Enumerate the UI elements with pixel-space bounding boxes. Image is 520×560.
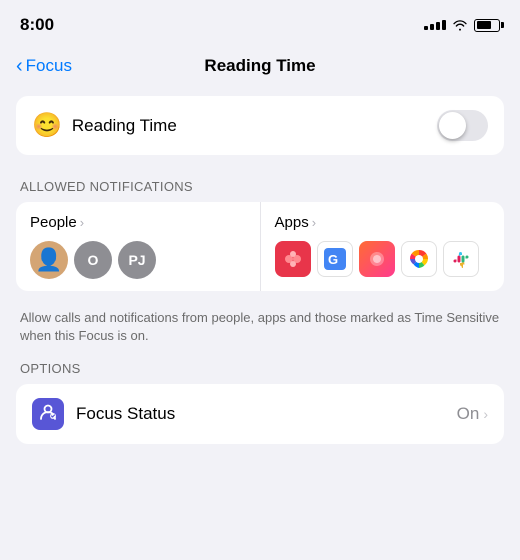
reading-time-emoji: 😊	[32, 114, 62, 138]
signal-icon	[424, 20, 446, 30]
app-icon-slack	[443, 241, 479, 277]
allowed-notifications-label: ALLOWED NOTIFICATIONS	[16, 179, 504, 194]
back-label: Focus	[26, 56, 72, 76]
people-chevron-icon: ›	[80, 215, 84, 230]
nav-header: ‹ Focus Reading Time	[0, 44, 520, 88]
back-button[interactable]: ‹ Focus	[16, 56, 72, 76]
reading-time-label: Reading Time	[72, 116, 177, 136]
status-bar: 8:00	[0, 0, 520, 44]
main-content: 😊 Reading Time ALLOWED NOTIFICATIONS Peo…	[0, 88, 520, 452]
options-card: Focus Status On ›	[16, 384, 504, 444]
reading-time-toggle[interactable]	[437, 110, 488, 141]
app-icon-1	[275, 241, 311, 277]
status-icons	[424, 19, 500, 32]
focus-status-on: On	[457, 404, 480, 424]
people-avatars: O PJ	[30, 241, 246, 279]
avatar-person-2: O	[74, 241, 112, 279]
toggle-knob	[439, 112, 466, 139]
app-icon-photos	[401, 241, 437, 277]
svg-text:G: G	[328, 252, 338, 267]
focus-status-chevron-icon: ›	[483, 406, 488, 422]
focus-status-icon-container	[32, 398, 64, 430]
battery-icon	[474, 19, 500, 32]
apps-chevron-icon: ›	[312, 215, 316, 230]
notifications-card: People › O PJ Apps ›	[16, 202, 504, 291]
focus-status-icon	[38, 402, 58, 427]
app-icon-google: G	[317, 241, 353, 277]
options-label: OPTIONS	[16, 361, 504, 376]
focus-status-label: Focus Status	[76, 404, 445, 424]
people-title: People	[30, 214, 77, 231]
focus-status-row[interactable]: Focus Status On ›	[16, 384, 504, 444]
back-chevron-icon: ‹	[16, 56, 23, 76]
notifications-description: Allow calls and notifications from peopl…	[16, 301, 504, 361]
reading-time-card: 😊 Reading Time	[16, 96, 504, 155]
people-column[interactable]: People › O PJ	[16, 202, 261, 291]
avatar-person-1	[30, 241, 68, 279]
focus-status-value: On ›	[457, 404, 488, 424]
app-icon-3	[359, 241, 395, 277]
page-title: Reading Time	[204, 56, 315, 76]
apps-icons: G	[275, 241, 491, 277]
status-time: 8:00	[20, 15, 54, 35]
apps-title: Apps	[275, 214, 309, 231]
wifi-icon	[452, 19, 468, 31]
apps-column[interactable]: Apps › G	[261, 202, 505, 291]
avatar-person-3: PJ	[118, 241, 156, 279]
